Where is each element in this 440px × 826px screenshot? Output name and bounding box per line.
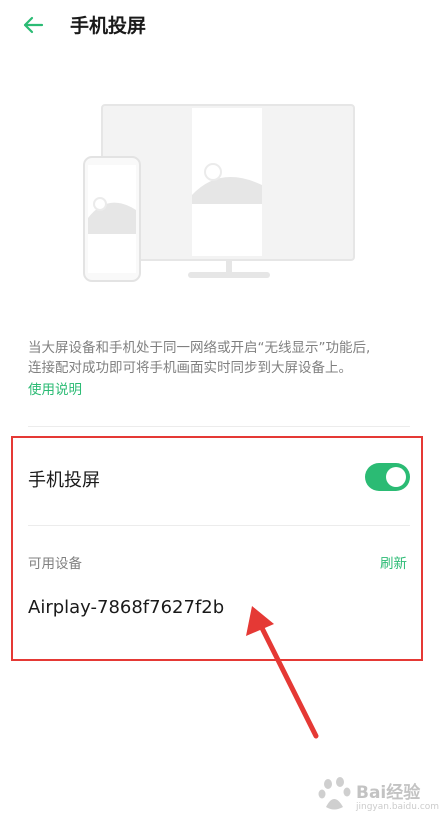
screen-cast-label: 手机投屏: [28, 470, 100, 491]
arrow-left-icon: [23, 16, 44, 34]
device-list-item[interactable]: Airplay-7868f7627f2b: [28, 597, 224, 618]
watermark-sub: jingyan.baidu.com: [356, 802, 440, 812]
cast-description: 当大屏设备和手机处于同一网络或开启“无线显示”功能后, 连接配对成功即可将手机画…: [28, 338, 418, 378]
help-link[interactable]: 使用说明: [28, 378, 82, 398]
refresh-button[interactable]: 刷新: [380, 552, 407, 572]
screen-cast-illustration: [83, 104, 355, 282]
page-title: 手机投屏: [70, 15, 147, 37]
paw-icon: [318, 777, 351, 810]
available-devices-label: 可用设备: [28, 556, 82, 572]
watermark-text: Bai经验: [356, 783, 421, 803]
divider: [28, 525, 410, 526]
header: 手机投屏: [0, 0, 440, 52]
toggle-knob: [386, 467, 406, 487]
baidu-watermark: Bai经验 jingyan.baidu.com: [318, 770, 439, 820]
back-button[interactable]: [18, 10, 58, 40]
description-line-2: 连接配对成功即可将手机画面实时同步到大屏设备上。: [28, 360, 352, 376]
screen-cast-toggle[interactable]: [365, 463, 410, 491]
divider: [28, 426, 410, 427]
description-line-1: 当大屏设备和手机处于同一网络或开启“无线显示”功能后,: [28, 340, 371, 356]
annotation-arrow: [246, 606, 319, 739]
